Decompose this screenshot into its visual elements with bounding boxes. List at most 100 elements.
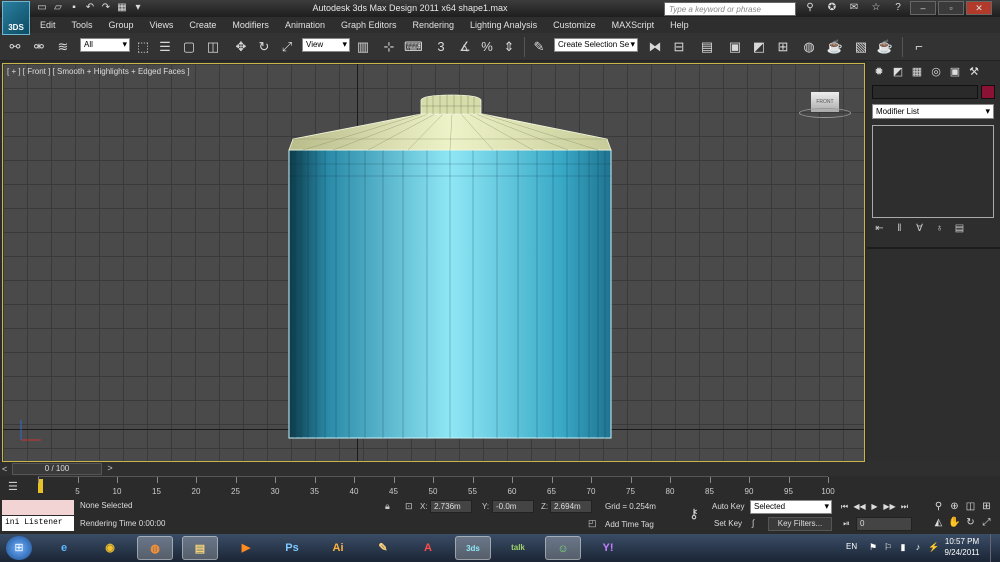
go-to-end-icon[interactable]: ⏭ bbox=[898, 501, 911, 513]
taskbar-app-illustrator[interactable]: Ai bbox=[320, 536, 356, 560]
menu-group[interactable]: Group bbox=[101, 20, 142, 30]
open-file-icon[interactable]: ▱ bbox=[52, 2, 64, 14]
edit-named-selection-icon[interactable]: ✎ bbox=[530, 38, 548, 56]
mirror-icon[interactable]: ⧓ bbox=[646, 38, 664, 56]
remove-modifier-icon[interactable]: ♁ bbox=[933, 223, 946, 235]
rendered-frame-window-icon[interactable]: ▧ bbox=[852, 38, 870, 56]
align-icon[interactable]: ⊟ bbox=[670, 38, 688, 56]
jar-lid[interactable] bbox=[288, 113, 612, 151]
maximize-viewport-icon[interactable]: ⤢ bbox=[980, 516, 993, 529]
maximize-button[interactable]: ▫ bbox=[938, 1, 964, 15]
curve-editor-icon[interactable]: ◩ bbox=[750, 38, 768, 56]
display-tab-icon[interactable]: ▣ bbox=[947, 64, 963, 80]
jar-knob[interactable] bbox=[420, 94, 482, 115]
orbit-icon[interactable]: ↻ bbox=[964, 516, 977, 529]
menu-graph-editors[interactable]: Graph Editors bbox=[333, 20, 405, 30]
taskbar-app-pen-tool[interactable]: ✎ bbox=[365, 536, 401, 560]
menu-customize[interactable]: Customize bbox=[545, 20, 604, 30]
toggle-ribbon-icon[interactable]: ⌐ bbox=[910, 38, 928, 56]
new-file-icon[interactable]: ▭ bbox=[36, 2, 48, 14]
select-by-name-icon[interactable]: ☰ bbox=[156, 38, 174, 56]
menu-edit[interactable]: Edit bbox=[32, 20, 64, 30]
zoom-icon[interactable]: ⚲ bbox=[932, 500, 945, 513]
taskbar-app-yahoo-messenger[interactable]: Y! bbox=[590, 536, 626, 560]
object-color-swatch[interactable] bbox=[981, 85, 995, 99]
bind-to-space-warp-icon[interactable]: ≋ bbox=[54, 38, 72, 56]
previous-frame-icon[interactable]: ◀◀ bbox=[853, 501, 866, 513]
x-coord-field[interactable]: 2.736m bbox=[430, 500, 472, 513]
configure-modifier-sets-icon[interactable]: ▤ bbox=[953, 223, 966, 235]
network-alert-icon[interactable]: ⚑ bbox=[868, 542, 878, 552]
modifier-list-dropdown[interactable]: Modifier List bbox=[872, 104, 994, 119]
graphite-ribbon-icon[interactable]: ▣ bbox=[726, 38, 744, 56]
add-time-tag-button[interactable]: Add Time Tag bbox=[605, 520, 654, 529]
utilities-tab-icon[interactable]: ⚒ bbox=[966, 64, 982, 80]
taskbar-app-internet-explorer[interactable]: e bbox=[46, 536, 82, 560]
project-folder-icon[interactable]: ▦ bbox=[116, 2, 128, 14]
taskbar-app-google-talk[interactable]: talk bbox=[500, 536, 536, 560]
modify-tab-icon[interactable]: ◩ bbox=[890, 64, 906, 80]
selection-filter-dropdown[interactable]: All bbox=[80, 38, 130, 52]
network-icon[interactable]: ▮ bbox=[898, 542, 908, 552]
redo-icon[interactable]: ↷ bbox=[100, 2, 112, 14]
rectangular-selection-icon[interactable]: ▢ bbox=[180, 38, 198, 56]
select-and-link-icon[interactable]: ⚯ bbox=[6, 38, 24, 56]
menu-modifiers[interactable]: Modifiers bbox=[224, 20, 277, 30]
action-center-icon[interactable]: ⚐ bbox=[883, 542, 893, 552]
zoom-all-icon[interactable]: ⊕ bbox=[948, 500, 961, 513]
go-to-start-icon[interactable]: ⏮ bbox=[838, 501, 851, 513]
create-tab-icon[interactable]: ✹ bbox=[871, 64, 887, 80]
open-mini-curve-editor-icon[interactable]: ☰ bbox=[8, 480, 24, 494]
search-input[interactable]: Type a keyword or phrase bbox=[664, 2, 796, 16]
render-setup-icon[interactable]: ☕ bbox=[826, 38, 844, 56]
keyboard-shortcut-override-icon[interactable]: ⌨ bbox=[404, 38, 423, 56]
app-logo-icon[interactable]: 3DS bbox=[2, 1, 30, 35]
taskbar-app-firefox[interactable]: ◍ bbox=[137, 536, 173, 560]
key-mode-dropdown[interactable]: Selected bbox=[750, 500, 832, 514]
start-button[interactable]: ⊞ bbox=[6, 536, 32, 560]
select-object-icon[interactable]: ⬚ bbox=[134, 38, 152, 56]
make-unique-icon[interactable]: ∀ bbox=[913, 223, 926, 235]
zoom-extents-icon[interactable]: ◫ bbox=[964, 500, 977, 513]
named-selection-dropdown[interactable]: Create Selection Se bbox=[554, 38, 638, 52]
play-icon[interactable]: ▶ bbox=[868, 501, 881, 513]
communication-icon[interactable]: ✉ bbox=[848, 2, 860, 13]
time-slider-prev-icon[interactable]: < bbox=[2, 464, 7, 474]
key-mode-toggle-icon[interactable]: ⏯ bbox=[840, 518, 853, 530]
schematic-view-icon[interactable]: ⊞ bbox=[774, 38, 792, 56]
material-editor-icon[interactable]: ◍ bbox=[800, 38, 818, 56]
front-viewport[interactable]: [ + ] [ Front ] [ Smooth + Highlights + … bbox=[2, 63, 865, 462]
taskbar-app-media-player[interactable]: ▶ bbox=[228, 536, 264, 560]
power-icon[interactable]: ⚡ bbox=[928, 542, 939, 552]
time-tag-icon[interactable]: ◰ bbox=[588, 518, 597, 529]
spinner-snap-icon[interactable]: ⇕ bbox=[500, 38, 518, 56]
save-file-icon[interactable]: ▪ bbox=[68, 2, 80, 14]
menu-lighting-analysis[interactable]: Lighting Analysis bbox=[462, 20, 545, 30]
menu-create[interactable]: Create bbox=[181, 20, 224, 30]
menu-tools[interactable]: Tools bbox=[64, 20, 101, 30]
subscription-icon[interactable]: ✪ bbox=[826, 2, 838, 13]
set-keys-key-icon[interactable]: ⚷ bbox=[682, 506, 706, 524]
taskbar-app-photoshop[interactable]: Ps bbox=[274, 536, 310, 560]
select-and-move-icon[interactable]: ✥ bbox=[232, 38, 250, 56]
show-end-result-icon[interactable]: ‖ bbox=[893, 223, 906, 235]
taskbar-app-acrobat[interactable]: A bbox=[410, 536, 446, 560]
quick-access-dropdown-icon[interactable]: ▾ bbox=[132, 2, 144, 14]
taskbar-app-file-explorer[interactable]: ▤ bbox=[182, 536, 218, 560]
select-and-manipulate-icon[interactable]: ⊹ bbox=[380, 38, 398, 56]
taskbar-app-messenger[interactable]: ☺ bbox=[545, 536, 581, 560]
input-language-indicator[interactable]: EN bbox=[846, 542, 857, 551]
search-icon[interactable]: ⚲ bbox=[804, 2, 816, 13]
favorites-icon[interactable]: ☆ bbox=[870, 2, 882, 13]
default-in-out-tangent-icon[interactable]: ∫ bbox=[752, 518, 754, 528]
minimize-button[interactable]: – bbox=[910, 1, 936, 15]
menu-help[interactable]: Help bbox=[662, 20, 697, 30]
close-button[interactable]: ✕ bbox=[966, 1, 992, 15]
pan-view-icon[interactable]: ✋ bbox=[948, 516, 961, 529]
motion-tab-icon[interactable]: ◎ bbox=[928, 64, 944, 80]
field-of-view-icon[interactable]: ◭ bbox=[932, 516, 945, 529]
clock-date[interactable]: 9/24/2011 bbox=[938, 548, 986, 557]
auto-key-button[interactable]: Auto Key bbox=[712, 502, 744, 511]
y-coord-field[interactable]: -0.0m bbox=[492, 500, 534, 513]
reference-coordinate-dropdown[interactable]: View bbox=[302, 38, 350, 52]
